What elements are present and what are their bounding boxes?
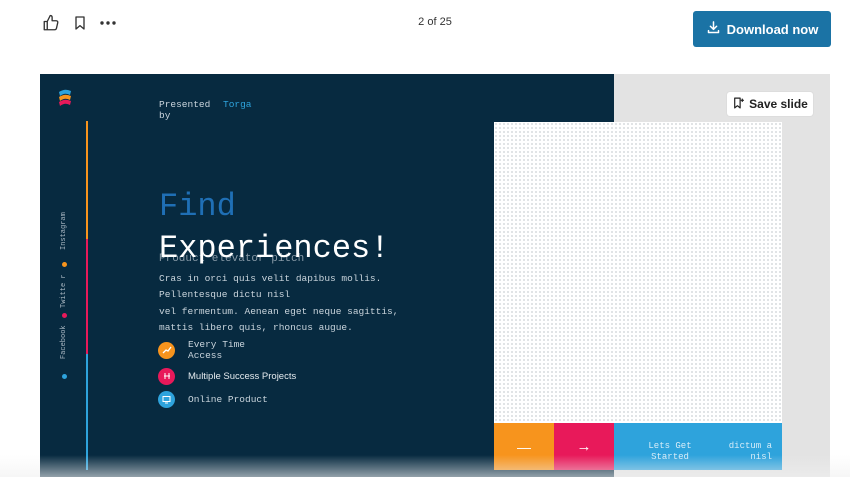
body-line: vel fermentum. Aenean eget neque sagitti… (159, 305, 399, 317)
timeline-line-blue (86, 354, 88, 470)
social-dot-blue (62, 374, 67, 379)
social-dot-orange (62, 262, 67, 267)
feature-multiple-success-projects: Multiple Success Projects (158, 367, 296, 385)
social-instagram-label: Instagram (60, 212, 68, 250)
more-horizontal-icon[interactable] (97, 12, 119, 34)
thumbs-up-icon[interactable] (40, 12, 62, 34)
cta-text-block: Lets Get Started dictum a nisl (614, 423, 782, 470)
dictum-text: dictum a nisl (728, 441, 772, 462)
bookmark-icon[interactable] (69, 12, 91, 34)
slide-body-text: Cras in orci quis velit dapibus mollis. … (159, 271, 399, 337)
minus-icon: — (517, 438, 531, 455)
feature-every-time-access: Every Time Access (158, 339, 245, 361)
cta-arrow-block: → (554, 423, 614, 470)
page-indicator: 2 of 25 (418, 16, 452, 28)
feature-online-product: Online Product (158, 390, 268, 408)
feature-label: Online Product (188, 393, 268, 405)
grid-icon (158, 367, 175, 385)
lets-get-started-text: Lets Get Started (648, 441, 692, 462)
feature-label: Multiple Success Projects (188, 370, 297, 382)
presenter-name: Torga (223, 99, 252, 110)
slide-viewer: Presented by Torga Instagram Twitte r Fa… (40, 74, 830, 477)
download-button[interactable]: Download now (693, 11, 831, 47)
feature-label: Every Time Access (188, 339, 246, 361)
save-slide-label: Save slide (749, 97, 808, 111)
download-icon (706, 20, 721, 38)
heading-experiences: Experiences! (159, 230, 390, 267)
viewer-toolbar: 2 of 25 Download now (0, 0, 850, 60)
presented-by-label: Presented by (159, 99, 211, 121)
heading-find: Find (159, 188, 236, 225)
download-label: Download now (726, 21, 819, 37)
bookmark-plus-icon (732, 96, 745, 113)
body-line: Pellentesque dictu nisl (159, 289, 291, 301)
arrow-right-icon: → (576, 438, 592, 455)
trend-chart-icon (158, 341, 175, 359)
brand-logo (57, 88, 73, 108)
timeline-line-pink (86, 239, 88, 354)
cta-minus-block: — (494, 423, 554, 470)
body-line: mattis libero quis, rhoncus augue. (159, 322, 353, 334)
timeline-line-orange (86, 121, 88, 239)
social-dot-pink (62, 313, 67, 318)
body-line: Cras in orci quis velit dapibus mollis. (159, 273, 382, 284)
dotted-image-placeholder (494, 122, 782, 423)
social-facebook-label: Facebook (60, 325, 68, 359)
social-twitter-label: Twitte r (60, 274, 68, 308)
save-slide-button[interactable]: Save slide (727, 92, 813, 116)
monitor-icon (158, 390, 175, 408)
